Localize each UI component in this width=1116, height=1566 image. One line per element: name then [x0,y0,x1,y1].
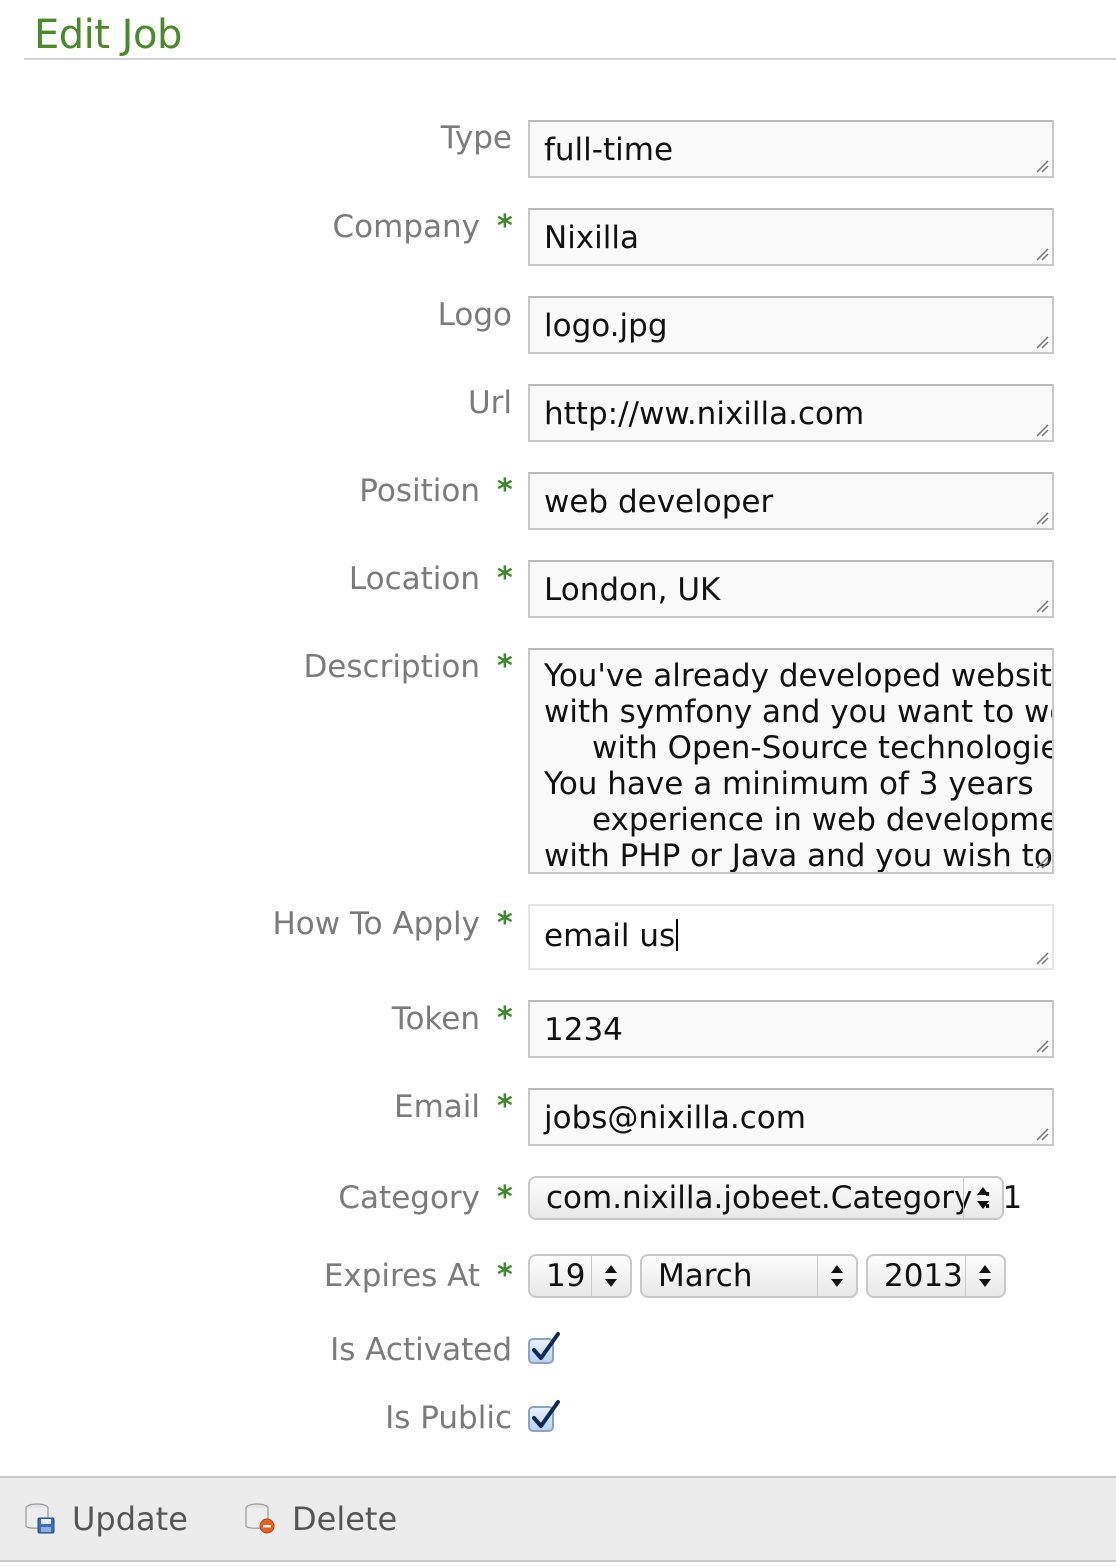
type-label: Type [440,120,512,156]
page-title: Edit Job [34,12,182,58]
url-label: Url [467,385,512,421]
description-line: with PHP or Java and you wish to [544,838,1053,874]
logo-label: Logo [437,297,512,333]
updown-arrows-icon [963,1178,989,1218]
required-marker: * [497,561,513,596]
how-to-apply-label: How To Apply [272,906,481,942]
email-label: Email [393,1089,480,1125]
required-marker: * [497,473,513,508]
checkmark-icon [532,1332,560,1360]
category-label: Category [338,1180,480,1216]
required-marker: * [497,906,513,941]
company-field[interactable]: Nixilla [528,208,1054,266]
description-line: You've already developed websites [544,658,1054,694]
is-activated-label: Is Activated [330,1332,512,1368]
required-marker: * [497,209,513,244]
how-to-apply-value: email us [544,918,676,954]
resize-handle-icon[interactable] [1035,599,1049,613]
token-value: 1234 [544,1012,623,1048]
description-label: Description [303,649,480,685]
is-public-checkbox[interactable] [528,1400,560,1432]
resize-handle-icon[interactable] [1035,511,1049,525]
resize-handle-icon[interactable] [1035,1039,1049,1053]
email-value: jobs@nixilla.com [544,1100,806,1136]
resize-handle-icon[interactable] [1035,247,1049,261]
location-label: Location [348,561,480,597]
company-value: Nixilla [544,220,639,256]
expires-day-value: 19 [546,1258,586,1294]
resize-handle-icon[interactable] [1035,335,1049,349]
updown-arrows-icon [591,1256,617,1296]
position-label: Position [359,473,480,509]
token-label: Token [391,1001,480,1037]
location-value: London, UK [544,572,721,608]
update-button[interactable]: Update [22,1498,188,1542]
updown-arrows-icon [965,1256,991,1296]
resize-handle-icon[interactable] [1035,951,1049,965]
logo-field[interactable]: logo.jpg [528,296,1054,354]
expires-at-label: Expires At [323,1258,480,1294]
checkmark-icon [532,1400,560,1428]
action-bar: Update Delete [0,1476,1116,1562]
location-field[interactable]: London, UK [528,560,1054,618]
resize-handle-icon[interactable] [1035,1127,1049,1141]
title-divider [24,58,1116,60]
expires-month-value: March [658,1258,753,1294]
description-line: experience in web development [592,802,1054,838]
text-caret [676,919,679,951]
expires-day-select[interactable]: 19 [528,1254,632,1298]
company-label: Company [332,209,480,245]
database-save-icon [25,1503,55,1534]
type-value: full-time [544,132,674,168]
description-line: with Open-Source technologies. [592,730,1054,766]
description-line: with symfony and you want to work [544,694,1054,730]
required-marker: * [497,649,513,684]
how-to-apply-field[interactable]: email us [528,904,1054,970]
url-value: http://ww.nixilla.com [544,396,865,432]
resize-handle-icon[interactable] [1035,423,1049,437]
resize-handle-icon[interactable] [1035,159,1049,173]
is-activated-checkbox[interactable] [528,1332,560,1364]
type-field[interactable]: full-time [528,120,1054,178]
delete-button[interactable]: Delete [242,1498,397,1542]
database-delete-icon [245,1503,275,1534]
expires-year-value: 2013 [884,1258,963,1294]
expires-year-select[interactable]: 2013 [866,1254,1006,1298]
category-select[interactable]: com.nixilla.jobeet.Category : 1 [528,1176,1022,1220]
position-value: web developer [544,484,774,520]
required-marker: * [497,1258,513,1293]
resize-handle-icon[interactable] [1035,855,1049,869]
token-field[interactable]: 1234 [528,1000,1054,1058]
updown-arrows-icon [817,1256,843,1296]
delete-label: Delete [292,1500,398,1538]
description-line: You have a minimum of 3 years [544,766,1034,802]
required-marker: * [497,1180,513,1215]
required-marker: * [497,1089,513,1124]
url-field[interactable]: http://ww.nixilla.com [528,384,1054,442]
position-field[interactable]: web developer [528,472,1054,530]
logo-value: logo.jpg [544,308,668,344]
email-field[interactable]: jobs@nixilla.com [528,1088,1054,1146]
expires-month-select[interactable]: March [640,1254,858,1298]
description-textarea[interactable]: You've already developed websites with s… [528,648,1054,874]
category-value: com.nixilla.jobeet.Category : 1 [546,1180,1023,1216]
required-marker: * [497,1001,513,1036]
is-public-label: Is Public [385,1400,512,1436]
update-label: Update [72,1500,188,1538]
